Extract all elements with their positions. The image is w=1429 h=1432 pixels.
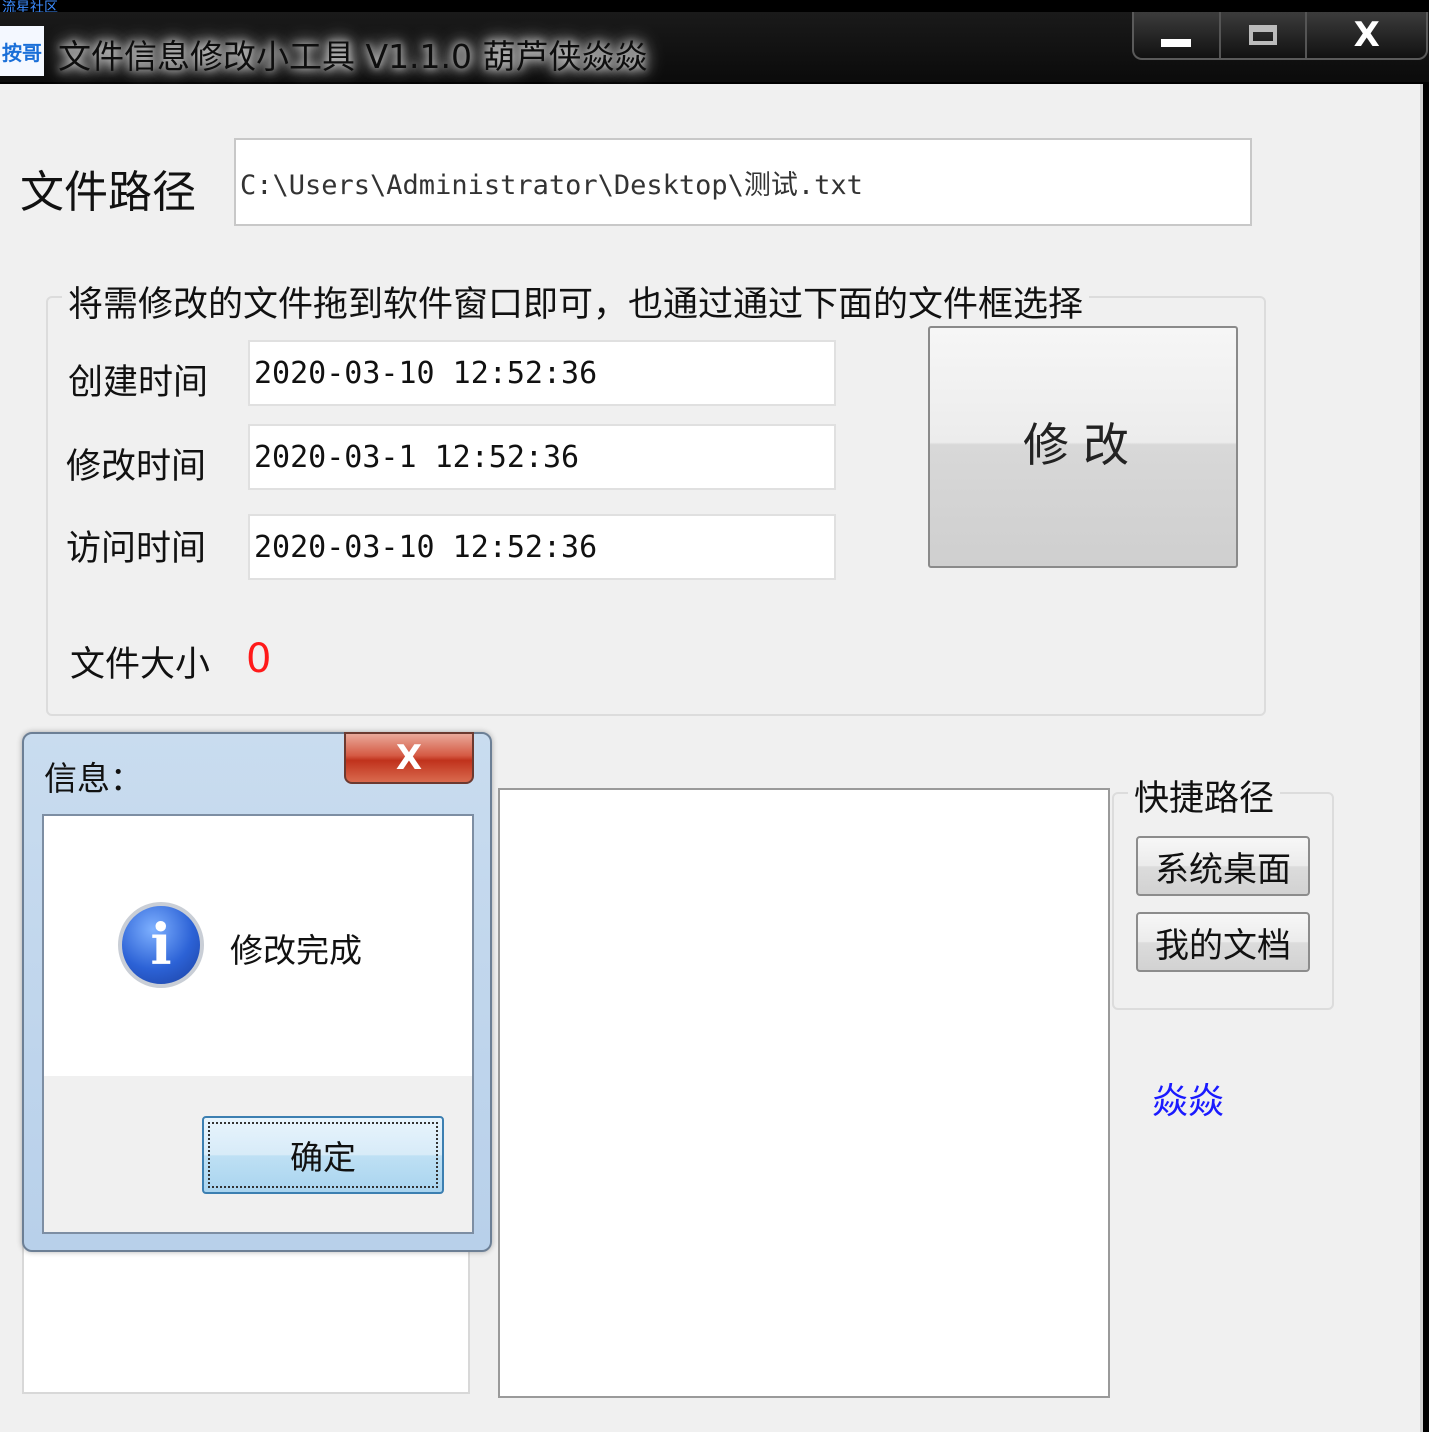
- close-window-button[interactable]: X: [1307, 12, 1426, 58]
- quick-path-groupbox: [1112, 792, 1334, 1010]
- created-time-input[interactable]: [248, 340, 836, 406]
- groupbox-title: 将需修改的文件拖到软件窗口即可，也通过通过下面的文件框选择: [62, 276, 1090, 327]
- window-controls: X: [1132, 12, 1428, 60]
- file-path-label: 文件路径: [20, 167, 196, 218]
- file-list[interactable]: [498, 788, 1110, 1398]
- file-size-label: 文件大小: [70, 645, 211, 685]
- created-time-label: 创建时间: [68, 363, 209, 403]
- ok-button[interactable]: 确定: [202, 1116, 444, 1194]
- modify-button[interactable]: 修改: [928, 326, 1238, 568]
- close-icon: X: [395, 738, 423, 778]
- accessed-time-label: 访问时间: [66, 529, 207, 569]
- maximize-button[interactable]: [1221, 12, 1308, 58]
- window-title: 文件信息修改小工具 V1.1.0 葫芦侠焱焱: [58, 37, 648, 76]
- title-bar[interactable]: 按哥 文件信息修改小工具 V1.1.0 葫芦侠焱焱 X: [0, 12, 1429, 82]
- quick-path-title: 快捷路径: [1128, 770, 1281, 821]
- dialog-title: 信息：: [44, 759, 143, 798]
- app-icon: 按哥: [0, 26, 44, 76]
- info-icon: i: [118, 902, 204, 988]
- file-size-value: 0: [246, 636, 272, 682]
- my-documents-button[interactable]: 我的文档: [1136, 912, 1310, 972]
- system-desktop-button[interactable]: 系统桌面: [1136, 836, 1310, 896]
- minimize-icon: [1161, 39, 1192, 47]
- info-dialog: 信息： X i 修改完成 确定: [22, 732, 492, 1252]
- accessed-time-input[interactable]: [248, 514, 836, 580]
- modified-time-input[interactable]: [248, 424, 836, 490]
- dialog-message: 修改完成: [230, 931, 362, 970]
- close-icon: X: [1353, 15, 1380, 55]
- maximize-icon: [1249, 25, 1278, 45]
- file-path-input[interactable]: [234, 138, 1252, 226]
- app-icon-text: 按哥: [2, 40, 42, 65]
- author-link[interactable]: 焱焱: [1152, 1072, 1224, 1124]
- minimize-button[interactable]: [1134, 12, 1221, 58]
- dialog-close-button[interactable]: X: [344, 732, 474, 784]
- dialog-body: i 修改完成 确定: [42, 814, 474, 1234]
- modified-time-label: 修改时间: [66, 447, 207, 487]
- screen: 流星社区 按哥 文件信息修改小工具 V1.1.0 葫芦侠焱焱 X 文件路径 将需…: [0, 0, 1429, 1432]
